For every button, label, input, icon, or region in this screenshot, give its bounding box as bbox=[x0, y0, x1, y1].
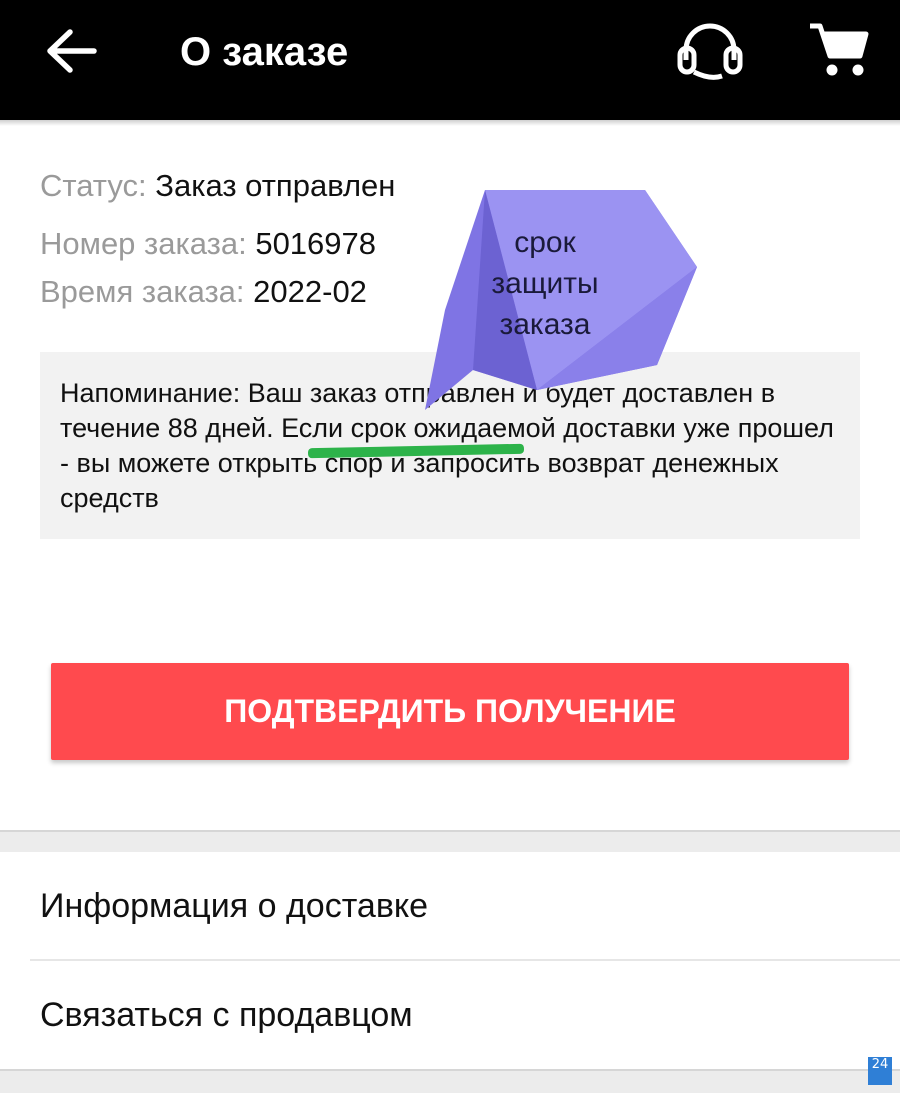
annotation-line-1: срок bbox=[514, 226, 576, 259]
order-number-value: 5016978 bbox=[255, 226, 377, 261]
watermark-badge: 24 bbox=[868, 1057, 892, 1085]
order-number-label: Номер заказа: bbox=[40, 226, 247, 261]
contact-seller-label: Связаться с продавцом bbox=[40, 996, 413, 1034]
order-status-row: Статус: Заказ отправлен bbox=[40, 166, 395, 206]
app-bar-shadow bbox=[0, 120, 900, 126]
page-title: О заказе bbox=[180, 30, 349, 74]
delivery-info-item[interactable]: Информация о доставке bbox=[0, 852, 900, 960]
order-number-row: Номер заказа: 5016978 bbox=[40, 224, 376, 264]
order-status-value: Заказ отправлен bbox=[155, 168, 396, 203]
order-time-value: 2022-02 bbox=[253, 274, 367, 309]
app-bar: О заказе bbox=[0, 0, 900, 120]
delivery-info-label: Информация о доставке bbox=[40, 887, 429, 925]
order-time-row: Время заказа: 2022-02 bbox=[40, 272, 367, 312]
headset-icon[interactable] bbox=[676, 20, 744, 82]
section-separator bbox=[0, 830, 900, 852]
confirm-receipt-button[interactable]: ПОДТВЕРДИТЬ ПОЛУЧЕНИЕ bbox=[51, 663, 849, 760]
arrow-left-icon[interactable] bbox=[44, 28, 98, 74]
order-time-label: Время заказа: bbox=[40, 274, 245, 309]
annotation-line-3: заказа bbox=[499, 308, 591, 341]
cart-icon[interactable] bbox=[808, 20, 870, 80]
annotation-text: срок защиты заказа bbox=[465, 222, 625, 345]
annotation-line-2: защиты bbox=[491, 267, 599, 300]
bottom-separator bbox=[0, 1069, 900, 1093]
order-status-label: Статус: bbox=[40, 168, 147, 203]
contact-seller-item[interactable]: Связаться с продавцом bbox=[0, 961, 900, 1069]
